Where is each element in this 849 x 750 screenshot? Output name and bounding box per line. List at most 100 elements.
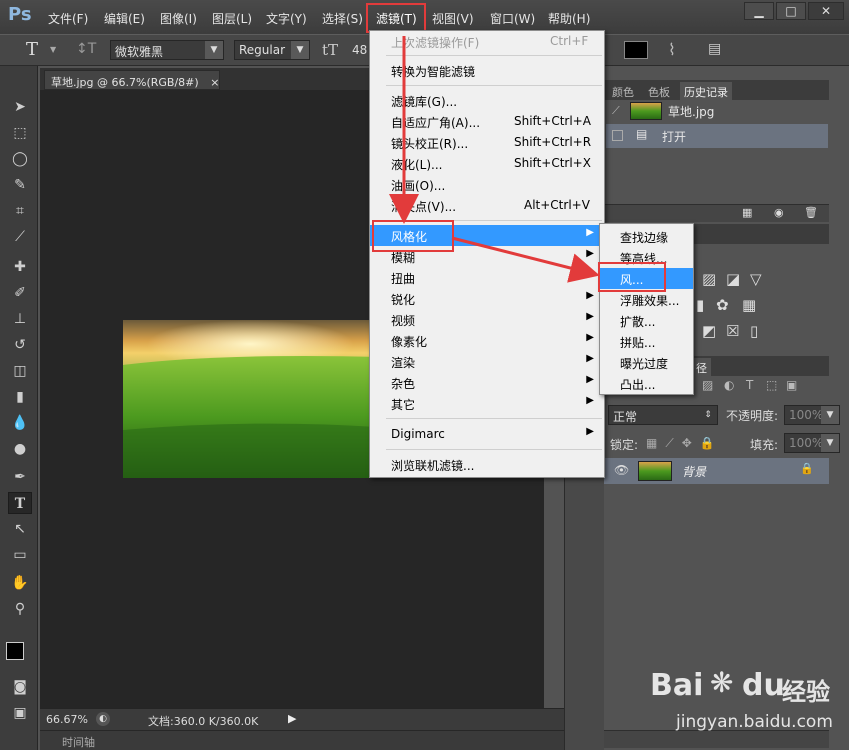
new-document-icon[interactable]: ▦ [742,206,752,219]
timeline-label[interactable]: 时间轴 [62,734,95,750]
type-filter-icon[interactable]: T [746,378,753,392]
menu-item-sharpen[interactable]: 锐化 ▶ [370,288,604,309]
tab-close-icon[interactable]: × [210,76,219,89]
text-orientation-icon[interactable]: ↕T [76,41,96,57]
eraser-tool-icon[interactable]: ◫ [8,360,32,382]
adjustment-filter-icon[interactable]: ◐ [724,378,734,392]
smart-object-filter-icon[interactable]: ▣ [786,378,797,392]
shape-filter-icon[interactable]: ⬚ [766,378,777,392]
menu-item-liquify[interactable]: 液化(L)... Shift+Ctrl+X [370,153,604,174]
marquee-tool-icon[interactable]: ⬚ [8,122,32,144]
threshold-icon[interactable]: ☒ [726,322,739,340]
blur-tool-icon[interactable]: 💧 [8,412,32,434]
pen-tool-icon[interactable]: ✒ [8,466,32,488]
stamp-tool-icon[interactable]: ⊥ [8,308,32,330]
history-snapshot[interactable]: ⟋ 草地.jpg [606,100,828,124]
menu-item-noise[interactable]: 杂色 ▶ [370,372,604,393]
chevron-down-icon[interactable]: ▼ [50,45,56,54]
menu-image[interactable]: 图像(I) [160,10,197,27]
brush-tool-icon[interactable]: ✐ [8,282,32,304]
blend-mode-select[interactable]: 正常 ⇕ [608,405,718,425]
font-size-value[interactable]: 48 [352,43,367,57]
menu-item-oil-paint[interactable]: 油画(O)... [370,174,604,195]
opacity-field[interactable]: 100% ▼ [784,405,840,425]
menu-item-lens-correction[interactable]: 镜头校正(R)... Shift+Ctrl+R [370,132,604,153]
menu-file[interactable]: 文件(F) [48,10,88,27]
tab-swatches[interactable]: 色板 [644,82,674,100]
history-brush-icon[interactable]: ↺ [8,334,32,356]
menu-layer[interactable]: 图层(L) [212,10,252,27]
menu-item-vanishing-point[interactable]: 消失点(V)... Alt+Ctrl+V [370,195,604,216]
shape-tool-icon[interactable]: ▭ [8,544,32,566]
zoom-tool-icon[interactable]: ⚲ [8,598,32,620]
submenu-item-find-edges[interactable]: 查找边缘 [600,226,693,247]
exposure-icon[interactable]: ▨ [702,270,716,288]
tab-history[interactable]: 历史记录 [680,82,732,100]
status-menu-arrow-icon[interactable]: ▶ [288,712,296,725]
lasso-tool-icon[interactable]: ◯ [8,148,32,170]
menu-item-filter-gallery[interactable]: 滤镜库(G)... [370,90,604,111]
move-tool-icon[interactable]: ➤ [8,96,32,118]
menu-item-browse-online-filters[interactable]: 浏览联机滤镜... [370,454,604,475]
menu-edit[interactable]: 编辑(E) [104,10,145,27]
submenu-item-diffuse[interactable]: 扩散... [600,310,693,331]
menu-item-video[interactable]: 视频 ▶ [370,309,604,330]
eye-icon[interactable]: 👁 [614,463,629,477]
trash-icon[interactable]: 🗑 [804,206,818,219]
menu-item-distort[interactable]: 扭曲 ▶ [370,267,604,288]
quick-select-tool-icon[interactable]: ✎ [8,174,32,196]
close-button[interactable]: ✕ [808,2,844,20]
tab-paths[interactable]: 径 [692,358,711,376]
character-panel-icon[interactable]: ▤ [708,41,721,57]
menu-type[interactable]: 文字(Y) [266,10,307,27]
image-filter-icon[interactable]: ▨ [702,378,713,392]
menu-item-convert-smart-filter[interactable]: 转换为智能滤镜 [370,60,604,81]
menu-select[interactable]: 选择(S) [322,10,363,27]
text-tool-icon[interactable]: T [26,39,38,60]
crop-tool-icon[interactable]: ⌗ [8,200,32,222]
warp-text-icon[interactable]: ⌇ [668,40,676,59]
font-style-select[interactable]: Regular ▼ [234,40,310,60]
menu-item-other[interactable]: 其它 ▶ [370,393,604,414]
history-brush-source-icon[interactable]: ⟋ [612,104,620,118]
curves-icon[interactable]: ◪ [726,270,740,288]
submenu-item-solarize[interactable]: 曝光过度 [600,352,693,373]
eyedropper-tool-icon[interactable]: ⟋ [8,226,32,248]
foreground-color-swatch[interactable] [6,642,24,660]
menu-help[interactable]: 帮助(H) [548,10,590,27]
history-step[interactable]: ▤ 打开 [606,124,828,148]
submenu-item-emboss[interactable]: 浮雕效果... [600,289,693,310]
menu-item-last-filter[interactable]: 上次滤镜操作(F) Ctrl+F [370,31,604,52]
healing-brush-icon[interactable]: ✚ [8,256,32,278]
type-tool-icon[interactable]: T [8,492,32,514]
camera-icon[interactable]: ◉ [774,206,784,219]
layer-row-background[interactable]: 👁 背景 🔒 [604,458,829,484]
text-color-swatch[interactable] [624,41,648,59]
selective-color-icon[interactable]: ▯ [750,322,758,340]
channel-mixer-icon[interactable]: ▦ [742,296,756,314]
posterize-icon[interactable]: ◩ [702,322,716,340]
document-tab[interactable]: 草地.jpg @ 66.7%(RGB/8#) × [44,70,220,90]
lock-icons[interactable]: ▦⟋✥🔒 [646,436,723,451]
submenu-item-extrude[interactable]: 凸出... [600,373,693,394]
submenu-item-tiles[interactable]: 拼贴... [600,331,693,352]
menu-item-pixelate[interactable]: 像素化 ▶ [370,330,604,351]
fill-field[interactable]: 100% ▼ [784,433,840,453]
menu-item-render[interactable]: 渲染 ▶ [370,351,604,372]
menu-window[interactable]: 窗口(W) [490,10,535,27]
hand-tool-icon[interactable]: ✋ [8,572,32,594]
minimize-button[interactable]: ▁ [744,2,774,20]
screen-mode-icon[interactable]: ▣ [8,702,32,724]
menu-view[interactable]: 视图(V) [432,10,474,27]
gradient-map-icon[interactable]: ▽ [750,270,762,288]
zoom-level[interactable]: 66.67% [46,713,88,726]
color-balance-icon[interactable]: ▮ [696,296,704,314]
font-family-select[interactable]: 微软雅黑 ▼ [110,40,224,60]
status-info-icon[interactable]: ◐ [96,712,110,726]
path-select-tool-icon[interactable]: ↖ [8,518,32,540]
maximize-button[interactable]: □ [776,2,806,20]
gradient-tool-icon[interactable]: ▮ [8,386,32,408]
photo-filter-icon[interactable]: ✿ [716,296,729,314]
history-checkbox[interactable] [612,130,623,141]
tab-color[interactable]: 颜色 [608,82,638,100]
